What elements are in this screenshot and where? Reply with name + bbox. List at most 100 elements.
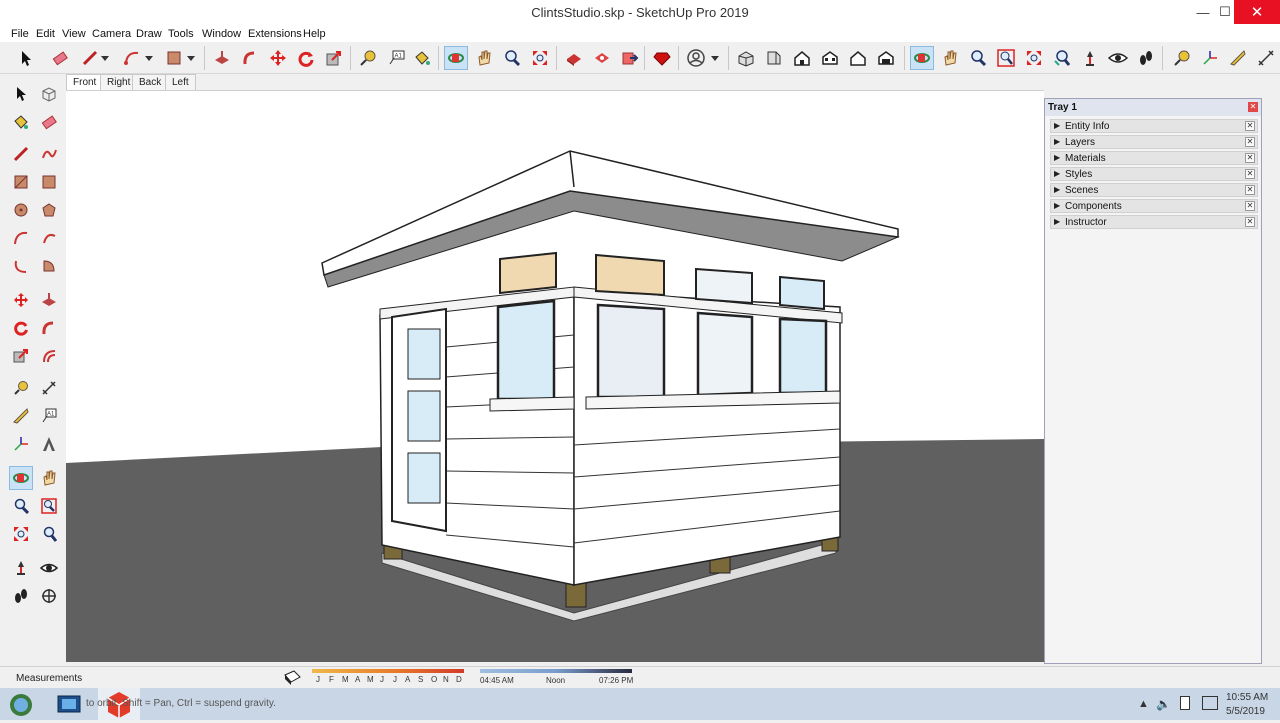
close-panel-icon[interactable]: ✕ <box>1245 121 1255 131</box>
text-icon[interactable]: A1 <box>37 404 61 428</box>
offset-icon[interactable] <box>37 344 61 368</box>
eraser-tool-icon[interactable] <box>48 46 72 70</box>
rectangle-icon[interactable] <box>9 170 33 194</box>
tape-measure-icon[interactable] <box>356 46 380 70</box>
menu-edit[interactable]: Edit <box>36 26 55 42</box>
orbit-icon[interactable] <box>9 466 33 490</box>
close-button[interactable]: ✕ <box>1234 0 1280 24</box>
panel-scenes[interactable]: ▶ Scenes ✕ <box>1050 183 1258 197</box>
pan-tool-icon[interactable] <box>472 46 496 70</box>
share-model-icon[interactable] <box>618 46 642 70</box>
push-pull-icon[interactable] <box>210 46 234 70</box>
rotate-icon[interactable] <box>9 316 33 340</box>
axes-tool-icon[interactable] <box>1198 46 1222 70</box>
menu-window[interactable]: Window <box>202 26 241 42</box>
tray-close-icon[interactable]: ✕ <box>1248 102 1258 112</box>
scale-icon[interactable] <box>9 344 33 368</box>
circle-icon[interactable] <box>9 198 33 222</box>
right-view-icon[interactable] <box>818 46 842 70</box>
menu-view[interactable]: View <box>62 26 86 42</box>
tray-expand-icon[interactable]: ▲ <box>1138 698 1149 710</box>
polygon-icon[interactable] <box>37 198 61 222</box>
dimensions-icon[interactable] <box>37 376 61 400</box>
zoom-extents-icon[interactable] <box>528 46 552 70</box>
panel-materials[interactable]: ▶ Materials ✕ <box>1050 151 1258 165</box>
zoom-icon[interactable] <box>9 494 33 518</box>
menu-help[interactable]: Help <box>303 26 326 42</box>
panel-components[interactable]: ▶ Components ✕ <box>1050 199 1258 213</box>
scale-tool-icon[interactable] <box>322 46 346 70</box>
back-view-icon[interactable] <box>846 46 870 70</box>
line-icon[interactable] <box>9 142 33 166</box>
clock-time[interactable]: 10:55 AM <box>1226 692 1268 703</box>
look-around-icon[interactable] <box>37 556 61 580</box>
pie-icon[interactable] <box>37 254 61 278</box>
protractor-icon[interactable] <box>9 404 33 428</box>
panel-instructor[interactable]: ▶ Instructor ✕ <box>1050 215 1258 229</box>
tape-measure-icon[interactable] <box>9 376 33 400</box>
dimension-icon[interactable] <box>1254 46 1278 70</box>
rectangle-tool-icon[interactable] <box>162 46 186 70</box>
tab-back[interactable]: Back <box>132 74 169 90</box>
paint-bucket-icon[interactable] <box>9 110 33 134</box>
close-panel-icon[interactable]: ✕ <box>1245 169 1255 179</box>
rotate-tool-icon[interactable] <box>294 46 318 70</box>
position-camera-icon[interactable] <box>9 556 33 580</box>
zoom-extents-icon[interactable] <box>9 522 33 546</box>
month-slider[interactable] <box>312 669 464 673</box>
eraser-icon[interactable] <box>37 110 61 134</box>
start-button-icon[interactable] <box>8 692 34 718</box>
close-panel-icon[interactable]: ✕ <box>1245 201 1255 211</box>
push-pull-icon[interactable] <box>37 288 61 312</box>
orbit-tool-2-icon[interactable] <box>910 46 934 70</box>
clock-date[interactable]: 5/5/2019 <box>1226 706 1265 717</box>
top-view-icon[interactable] <box>762 46 786 70</box>
time-slider[interactable] <box>480 669 632 673</box>
battery-icon[interactable] <box>1180 696 1190 710</box>
close-panel-icon[interactable]: ✕ <box>1245 185 1255 195</box>
two-point-arc-icon[interactable] <box>37 226 61 250</box>
follow-me-icon[interactable] <box>238 46 262 70</box>
previous-view-icon[interactable] <box>1050 46 1074 70</box>
menu-draw[interactable]: Draw <box>136 26 162 42</box>
freehand-icon[interactable] <box>37 142 61 166</box>
iso-view-icon[interactable] <box>734 46 758 70</box>
zoom-window-icon[interactable] <box>37 494 61 518</box>
front-view-icon[interactable] <box>790 46 814 70</box>
zoom-tool-icon[interactable] <box>500 46 524 70</box>
axes-icon[interactable] <box>9 432 33 456</box>
zoom-window-icon[interactable] <box>994 46 1018 70</box>
tape-measure-2-icon[interactable] <box>1170 46 1194 70</box>
paint-bucket-icon[interactable] <box>410 46 434 70</box>
pan-tool-2-icon[interactable] <box>938 46 962 70</box>
account-icon[interactable] <box>684 46 708 70</box>
close-panel-icon[interactable]: ✕ <box>1245 137 1255 147</box>
move-icon[interactable] <box>9 288 33 312</box>
account-dropdown-icon[interactable] <box>708 46 722 70</box>
tab-front[interactable]: Front <box>66 74 104 90</box>
ruby-console-icon[interactable] <box>650 46 674 70</box>
panel-layers[interactable]: ▶ Layers ✕ <box>1050 135 1258 149</box>
arc-icon[interactable] <box>9 226 33 250</box>
select-tool-icon[interactable] <box>9 82 33 106</box>
menu-extensions[interactable]: Extensions <box>248 26 302 42</box>
select-tool-icon[interactable] <box>14 46 38 70</box>
three-point-arc-icon[interactable] <box>9 254 33 278</box>
menu-camera[interactable]: Camera <box>92 26 131 42</box>
tab-left[interactable]: Left <box>165 74 196 90</box>
protractor-icon[interactable] <box>1226 46 1250 70</box>
pan-icon[interactable] <box>37 466 61 490</box>
video-app-icon[interactable] <box>56 692 82 716</box>
zoom-tool-2-icon[interactable] <box>966 46 990 70</box>
3d-text-icon[interactable] <box>37 432 61 456</box>
move-tool-icon[interactable] <box>266 46 290 70</box>
shape-dropdown-icon[interactable] <box>184 46 198 70</box>
walk-icon[interactable] <box>1134 46 1158 70</box>
position-camera-icon[interactable] <box>1078 46 1102 70</box>
close-panel-icon[interactable]: ✕ <box>1245 217 1255 227</box>
orbit-tool-icon[interactable] <box>444 46 468 70</box>
left-view-icon[interactable] <box>874 46 898 70</box>
volume-icon[interactable]: 🔈 <box>1156 697 1171 711</box>
walk-icon[interactable] <box>9 584 33 608</box>
menu-tools[interactable]: Tools <box>168 26 194 42</box>
